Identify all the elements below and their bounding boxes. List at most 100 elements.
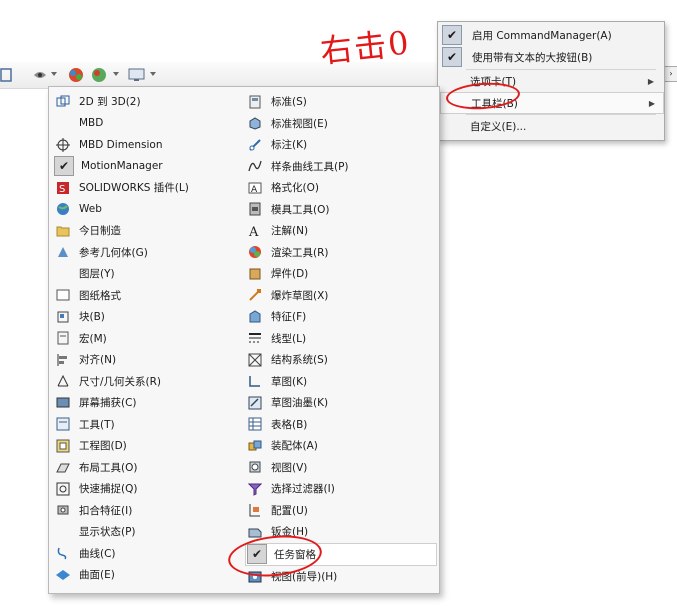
menu-item-label: 布局工具(O) — [79, 461, 138, 474]
menu-item-label: 尺寸/几何关系(R) — [79, 375, 162, 388]
menu-item-dimensions-relations[interactable]: 尺寸/几何关系(R) — [53, 371, 243, 393]
tree-icon[interactable] — [0, 67, 16, 83]
menu-item-label: 模具工具(O) — [271, 203, 330, 216]
menu-item-motionmanager[interactable]: ✔ MotionManager — [53, 156, 243, 178]
globe-icon — [55, 201, 71, 217]
menu-item-drawing[interactable]: 工程图(D) — [53, 435, 243, 457]
menu-item-label: 配置(U) — [271, 504, 308, 517]
menu-item-customize[interactable]: 自定义(E)... — [440, 116, 662, 136]
menu-item-standard-views[interactable]: 标准视图(E) — [245, 113, 437, 135]
menu-item-annotation[interactable]: A 注解(N) — [245, 220, 437, 242]
sketch-icon — [247, 373, 263, 389]
check-icon: ✔ — [442, 47, 462, 67]
menu-item-label: 爆炸草图(X) — [271, 289, 329, 302]
menu-item-label: 使用带有文本的大按钮(B) — [472, 51, 593, 64]
chevron-down-icon[interactable] — [51, 72, 57, 76]
panel-expand-button[interactable]: › — [664, 66, 677, 82]
align-icon — [55, 352, 71, 368]
menu-item-align[interactable]: 对齐(N) — [53, 349, 243, 371]
menu-item-mbd-dimension[interactable]: MBD Dimension — [53, 134, 243, 156]
menu-item-tables[interactable]: 表格(B) — [245, 414, 437, 436]
svg-text:A: A — [248, 225, 259, 238]
macro-icon — [55, 330, 71, 346]
menu-item-mbd[interactable]: MBD — [53, 113, 243, 135]
scene-icon[interactable] — [90, 67, 106, 83]
tools-icon — [55, 416, 71, 432]
menu-item-label: 草图油墨(K) — [271, 397, 329, 410]
assembly-icon — [247, 438, 263, 454]
menu-item-label: 工程图(D) — [79, 440, 127, 453]
menu-item-2d-to-3d[interactable]: 2D 到 3D(2) — [53, 91, 243, 113]
menu-item-sketch[interactable]: 草图(K) — [245, 371, 437, 393]
quick-snap-icon — [55, 481, 71, 497]
structure-icon — [247, 352, 263, 368]
menu-item-today-manufacturing[interactable]: 今日制造 — [53, 220, 243, 242]
menu-item-explode-sketch[interactable]: 爆炸草图(X) — [245, 285, 437, 307]
menu-item-web[interactable]: Web — [53, 199, 243, 221]
menu-item-label: 屏幕捕获(C) — [79, 397, 137, 410]
menu-item-label: 今日制造 — [79, 225, 121, 238]
menu-item-label: 注解(N) — [271, 225, 309, 238]
menu-item-curves[interactable]: 曲线(C) — [53, 543, 243, 565]
mold-icon — [247, 201, 263, 217]
menu-item-surfaces[interactable]: 曲面(E) — [53, 564, 243, 586]
menu-item-solidworks-addins[interactable]: S SOLIDWORKS 插件(L) — [53, 177, 243, 199]
eye-icon[interactable] — [32, 67, 48, 83]
menu-item-label: 对齐(N) — [79, 354, 117, 367]
menu-item-structure-system[interactable]: 结构系统(S) — [245, 349, 437, 371]
menu-item-selection-filter[interactable]: 选择过滤器(I) — [245, 478, 437, 500]
appearance-icon[interactable] — [68, 67, 84, 83]
menu-item-view[interactable]: 视图(V) — [245, 457, 437, 479]
spline-icon — [247, 158, 263, 174]
menu-item-spline-tools[interactable]: 样条曲线工具(P) — [245, 156, 437, 178]
menu-item-label: 工具(T) — [79, 418, 115, 431]
menu-item-quick-snap[interactable]: 快速捕捉(Q) — [53, 478, 243, 500]
menu-item-layers[interactable]: 图层(Y) — [53, 263, 243, 285]
menu-item-enable-commandmanager[interactable]: ✔ 启用 CommandManager(A) — [440, 25, 662, 45]
explode-sketch-icon — [247, 287, 263, 303]
menu-item-assembly[interactable]: 装配体(A) — [245, 435, 437, 457]
menu-item-layout-tools[interactable]: 布局工具(O) — [53, 457, 243, 479]
menu-item-label: 装配体(A) — [271, 440, 318, 453]
sketch-ink-icon — [247, 395, 263, 411]
menu-item-display-states[interactable]: 显示状态(P) — [53, 521, 243, 543]
menu-item-label: 2D 到 3D(2) — [79, 96, 141, 109]
menu-item-sketch-ink[interactable]: 草图油墨(K) — [245, 392, 437, 414]
fastening-icon — [55, 502, 71, 518]
menu-item-label: 扣合特征(I) — [79, 504, 133, 517]
menu-item-label: 快速捕捉(Q) — [79, 483, 138, 496]
surface-icon — [55, 567, 71, 583]
menu-item-label: 图纸格式 — [79, 289, 121, 302]
menu-item-block[interactable]: 块(B) — [53, 306, 243, 328]
menu-item-reference-geometry[interactable]: 参考几何体(G) — [53, 242, 243, 264]
menu-item-screen-capture[interactable]: 屏幕捕获(C) — [53, 392, 243, 414]
configuration-icon — [247, 502, 263, 518]
menu-item-macro[interactable]: 宏(M) — [53, 328, 243, 350]
menu-item-render-tools[interactable]: 渲染工具(R) — [245, 242, 437, 264]
menu-item-label: 表格(B) — [271, 418, 308, 431]
menu-item-configurations[interactable]: 配置(U) — [245, 500, 437, 522]
menu-item-line-format[interactable]: 线型(L) — [245, 328, 437, 350]
menu-item-mold-tools[interactable]: 模具工具(O) — [245, 199, 437, 221]
menu-item-label: 结构系统(S) — [271, 354, 328, 367]
menu-item-fastening-features[interactable]: 扣合特征(I) — [53, 500, 243, 522]
menu-item-standard[interactable]: 标准(S) — [245, 91, 437, 113]
menu-item-large-buttons-text[interactable]: ✔ 使用带有文本的大按钮(B) — [440, 47, 662, 67]
menu-item-weldments[interactable]: 焊件(D) — [245, 263, 437, 285]
menu-item-dimxpert[interactable]: 标注(K) — [245, 134, 437, 156]
menu-item-tools[interactable]: 工具(T) — [53, 414, 243, 436]
menu-item-features[interactable]: 特征(F) — [245, 306, 437, 328]
folder-icon — [55, 223, 71, 239]
dimension-icon — [55, 373, 71, 389]
menu-item-format[interactable]: A 格式化(O) — [245, 177, 437, 199]
menu-item-label: SOLIDWORKS 插件(L) — [79, 182, 189, 195]
curve-icon — [55, 545, 71, 561]
chevron-down-icon[interactable] — [113, 72, 119, 76]
display-icon[interactable] — [128, 67, 145, 83]
crosshair-icon — [55, 137, 71, 153]
screen-capture-icon — [55, 395, 71, 411]
menu-item-sheet-format[interactable]: 图纸格式 — [53, 285, 243, 307]
chevron-down-icon[interactable] — [150, 72, 156, 76]
render-icon — [247, 244, 263, 260]
view-icon — [247, 459, 263, 475]
